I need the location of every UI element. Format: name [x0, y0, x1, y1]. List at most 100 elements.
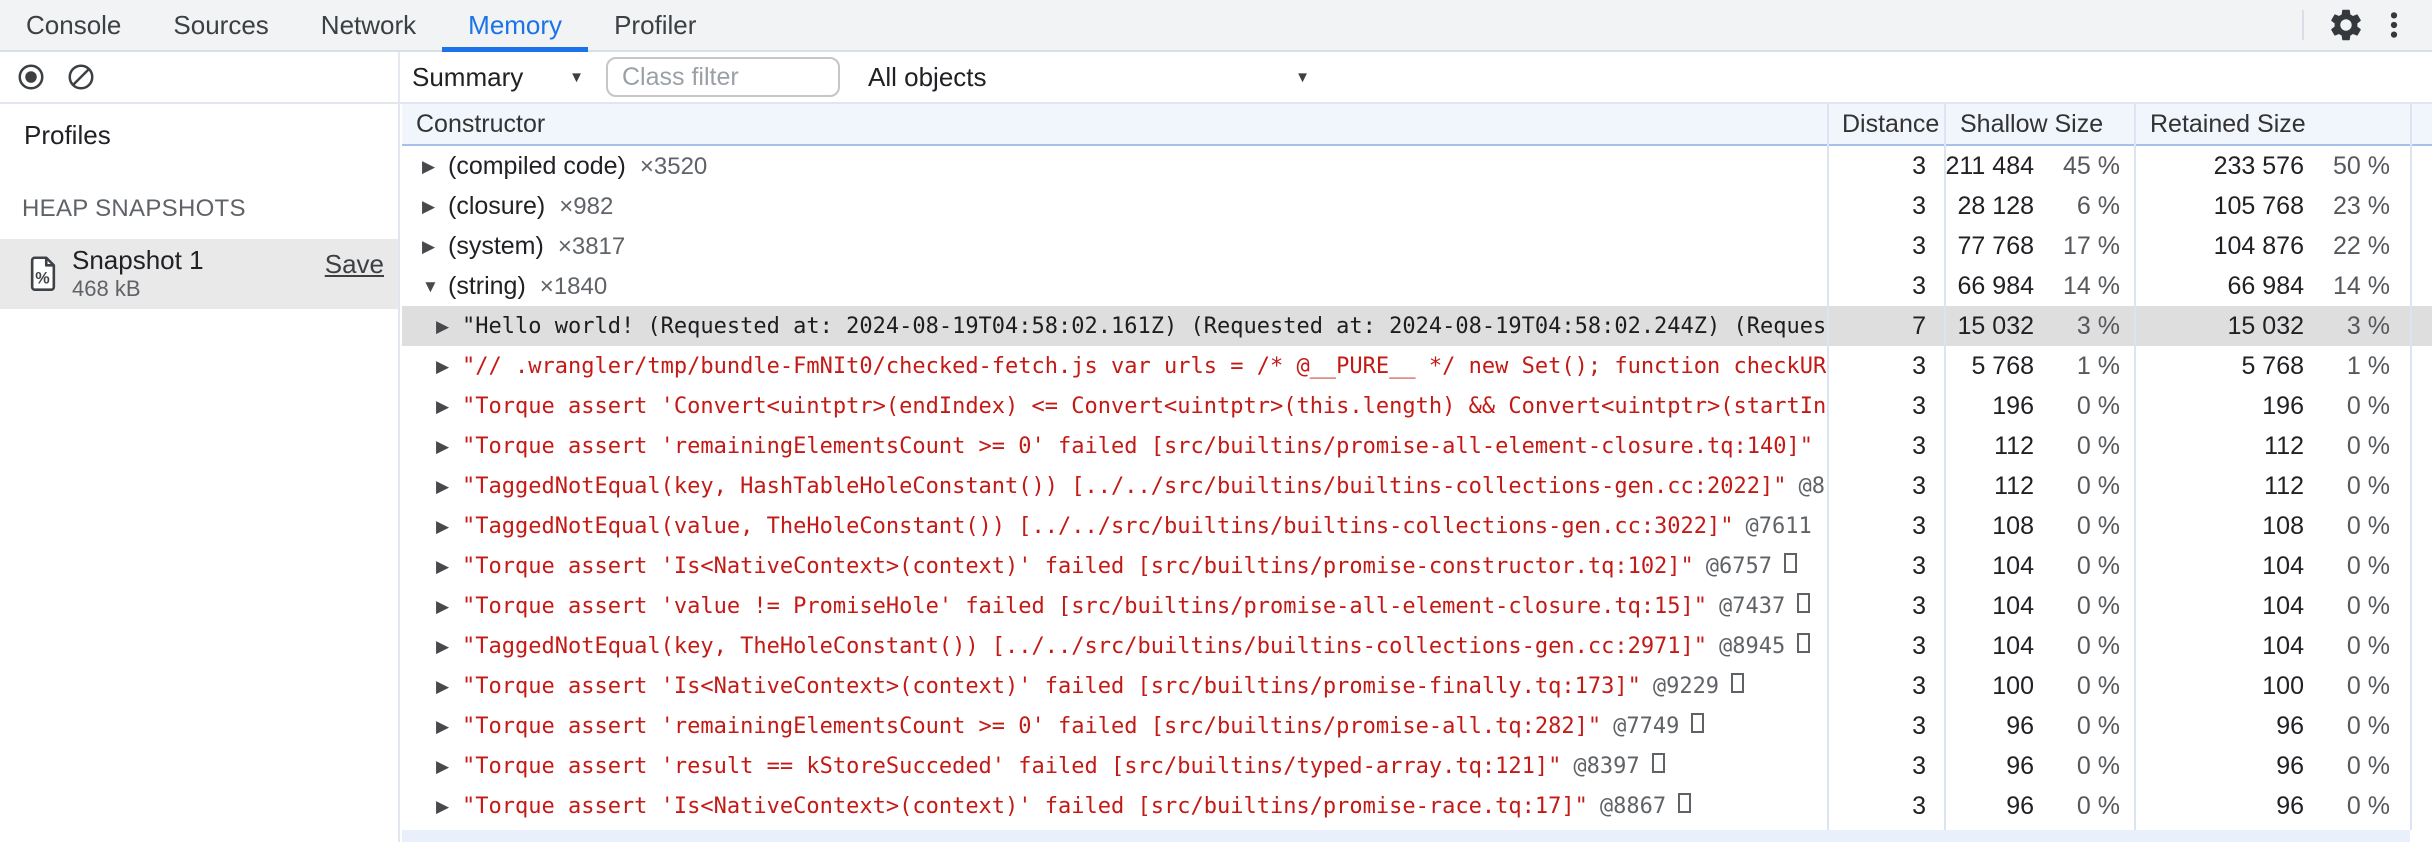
retained-size-percent: 0 % [2346, 711, 2390, 740]
retained-size-cell: 105 768 23 % [2134, 186, 2410, 226]
shallow-size-value: 66 984 [1957, 271, 2034, 300]
table-row[interactable]: ▶ "Torque assert 'remainingElementsCount… [402, 706, 2432, 746]
distance-cell: 3 [1912, 351, 1926, 380]
snapshot-size: 468 kB [72, 276, 141, 302]
shallow-size-cell: 66 984 14 % [1944, 266, 2134, 306]
distance-cell: 3 [1912, 711, 1926, 740]
tab-memory[interactable]: Memory [442, 0, 588, 52]
table-row[interactable]: ▶ "Hello world! (Requested at: 2024-08-1… [402, 306, 2432, 346]
table-row[interactable]: ▶ "Torque assert 'Is<NativeContext>(cont… [402, 546, 2432, 586]
shallow-size-cell: 211 484 45 % [1944, 146, 2134, 186]
table-row[interactable]: ▶ "Torque assert 'Is<NativeContext>(cont… [402, 666, 2432, 706]
retained-size-percent: 0 % [2346, 591, 2390, 620]
table-row[interactable]: ▶ (closure) ×982 3 28 128 6 % 105 768 23 … [402, 186, 2432, 226]
constructor-cell: ▼ (string) ×1840 [402, 266, 1827, 306]
snapshot-name: Snapshot 1 [72, 245, 204, 276]
expander-icon[interactable]: ▶ [422, 198, 448, 215]
retained-size-cell: 104 876 22 % [2134, 226, 2410, 266]
table-row[interactable]: ▼ (string) ×1840 3 66 984 14 % 66 984 14 … [402, 266, 2432, 306]
retained-size-value: 96 [2276, 751, 2304, 780]
expander-icon[interactable]: ▶ [436, 718, 462, 735]
clear-icon[interactable] [66, 62, 96, 92]
retained-size-value: 112 [2264, 471, 2304, 500]
tab-network[interactable]: Network [295, 0, 442, 50]
tab-console[interactable]: Console [0, 0, 147, 50]
column-header-distance[interactable]: Distance [1827, 110, 1944, 139]
chevron-down-icon: ▼ [1295, 68, 1310, 86]
retained-size-cell: 96 0 % [2134, 746, 2410, 786]
shallow-size-cell: 5 768 1 % [1944, 346, 2134, 386]
constructor-content: (closure) ×982 [448, 191, 614, 220]
distance-cell: 3 [1912, 591, 1926, 620]
retained-size-percent: 0 % [2346, 551, 2390, 580]
expander-icon[interactable]: ▶ [436, 478, 462, 495]
settings-gear-icon[interactable] [2322, 1, 2370, 49]
shallow-size-value: 5 768 [1971, 351, 2034, 380]
retained-size-cell: 233 576 50 % [2134, 146, 2410, 186]
constructor-content: (string) ×1840 [448, 271, 608, 300]
table-body: ▶ (compiled code) ×3520 3 211 484 45 % 23… [402, 146, 2432, 826]
table-row[interactable]: ▶ (compiled code) ×3520 3 211 484 45 % 23… [402, 146, 2432, 186]
retained-size-percent: 23 % [2333, 191, 2390, 220]
shallow-size-value: 104 [1992, 591, 2034, 620]
expander-icon[interactable]: ▶ [436, 438, 462, 455]
expander-icon[interactable]: ▶ [436, 758, 462, 775]
shallow-size-value: 77 768 [1957, 231, 2034, 260]
retained-size-value: 66 984 [2227, 271, 2304, 300]
retained-size-value: 5 768 [2241, 351, 2304, 380]
class-filter-input[interactable] [606, 57, 840, 97]
table-row[interactable]: ▶ "TaggedNotEqual(key, TheHoleConstant()… [402, 626, 2432, 666]
expander-icon[interactable]: ▶ [436, 358, 462, 375]
save-snapshot-link[interactable]: Save [325, 249, 384, 280]
shallow-size-value: 100 [1992, 671, 2034, 700]
record-icon[interactable] [16, 62, 46, 92]
toolbar-divider [2302, 10, 2304, 40]
expander-icon[interactable]: ▶ [436, 518, 462, 535]
sidebar-item-snapshot-1[interactable]: % Snapshot 1 468 kB Save [0, 239, 398, 309]
expander-icon[interactable]: ▶ [436, 398, 462, 415]
distance-cell: 7 [1912, 311, 1926, 340]
shallow-size-percent: 0 % [2076, 591, 2120, 620]
shallow-size-percent: 1 % [2076, 351, 2120, 380]
constructor-content: "Torque assert 'result == kStoreSucceded… [462, 753, 1665, 779]
column-header-retained-size[interactable]: Retained Size [2134, 110, 2410, 139]
retained-size-percent: 0 % [2346, 751, 2390, 780]
column-header-constructor[interactable]: Constructor [402, 110, 1827, 139]
table-row[interactable]: ▶ (system) ×3817 3 77 768 17 % 104 876 22… [402, 226, 2432, 266]
constructor-content: (compiled code) ×3520 [448, 151, 708, 180]
table-row[interactable]: ▶ "Torque assert 'value != PromiseHole' … [402, 586, 2432, 626]
expander-icon[interactable]: ▶ [436, 318, 462, 335]
object-scope-select[interactable]: All objects ▼ [868, 62, 1316, 93]
constructor-cell: ▶ "// .wrangler/tmp/bundle-FmNIt0/checke… [402, 346, 1827, 386]
retained-size-cell: 112 0 % [2134, 426, 2410, 466]
table-row[interactable]: ▶ "TaggedNotEqual(value, TheHoleConstant… [402, 506, 2432, 546]
constructor-cell: ▶ "Torque assert 'Is<NativeContext>(cont… [402, 666, 1827, 706]
tab-sources[interactable]: Sources [147, 0, 294, 50]
constructor-content: "Hello world! (Requested at: 2024-08-19T… [462, 313, 1827, 339]
expander-icon[interactable]: ▶ [436, 798, 462, 815]
table-row[interactable]: ▶ "// .wrangler/tmp/bundle-FmNIt0/checke… [402, 346, 2432, 386]
table-row[interactable]: ▶ "Torque assert 'result == kStoreSucced… [402, 746, 2432, 786]
constructor-cell: ▶ "Torque assert 'remainingElementsCount… [402, 426, 1827, 466]
table-row[interactable]: ▶ "TaggedNotEqual(key, HashTableHoleCons… [402, 466, 2432, 506]
column-header-shallow-size[interactable]: Shallow Size [1944, 110, 2134, 139]
table-row[interactable]: ▶ "Torque assert 'remainingElementsCount… [402, 426, 2432, 466]
tab-profiler[interactable]: Profiler [588, 0, 722, 50]
retained-size-value: 105 768 [2213, 191, 2304, 220]
table-row[interactable]: ▶ "Torque assert 'Is<NativeContext>(cont… [402, 786, 2432, 826]
missing-glyph-box [1784, 553, 1798, 573]
expander-icon[interactable]: ▶ [436, 678, 462, 695]
expander-icon[interactable]: ▶ [422, 158, 448, 175]
expander-icon[interactable]: ▼ [422, 278, 448, 295]
kebab-menu-icon[interactable] [2370, 1, 2418, 49]
expander-icon[interactable]: ▶ [422, 238, 448, 255]
expander-icon[interactable]: ▶ [436, 598, 462, 615]
perspective-select[interactable]: Summary ▼ [410, 62, 592, 93]
sidebar-title: Profiles [24, 120, 111, 150]
constructor-cell: ▶ "TaggedNotEqual(value, TheHoleConstant… [402, 506, 1827, 546]
table-row[interactable]: ▶ "Torque assert 'Convert<uintptr>(endIn… [402, 386, 2432, 426]
shallow-size-percent: 14 % [2063, 271, 2120, 300]
expander-icon[interactable]: ▶ [436, 638, 462, 655]
missing-glyph-box [1651, 753, 1665, 773]
expander-icon[interactable]: ▶ [436, 558, 462, 575]
